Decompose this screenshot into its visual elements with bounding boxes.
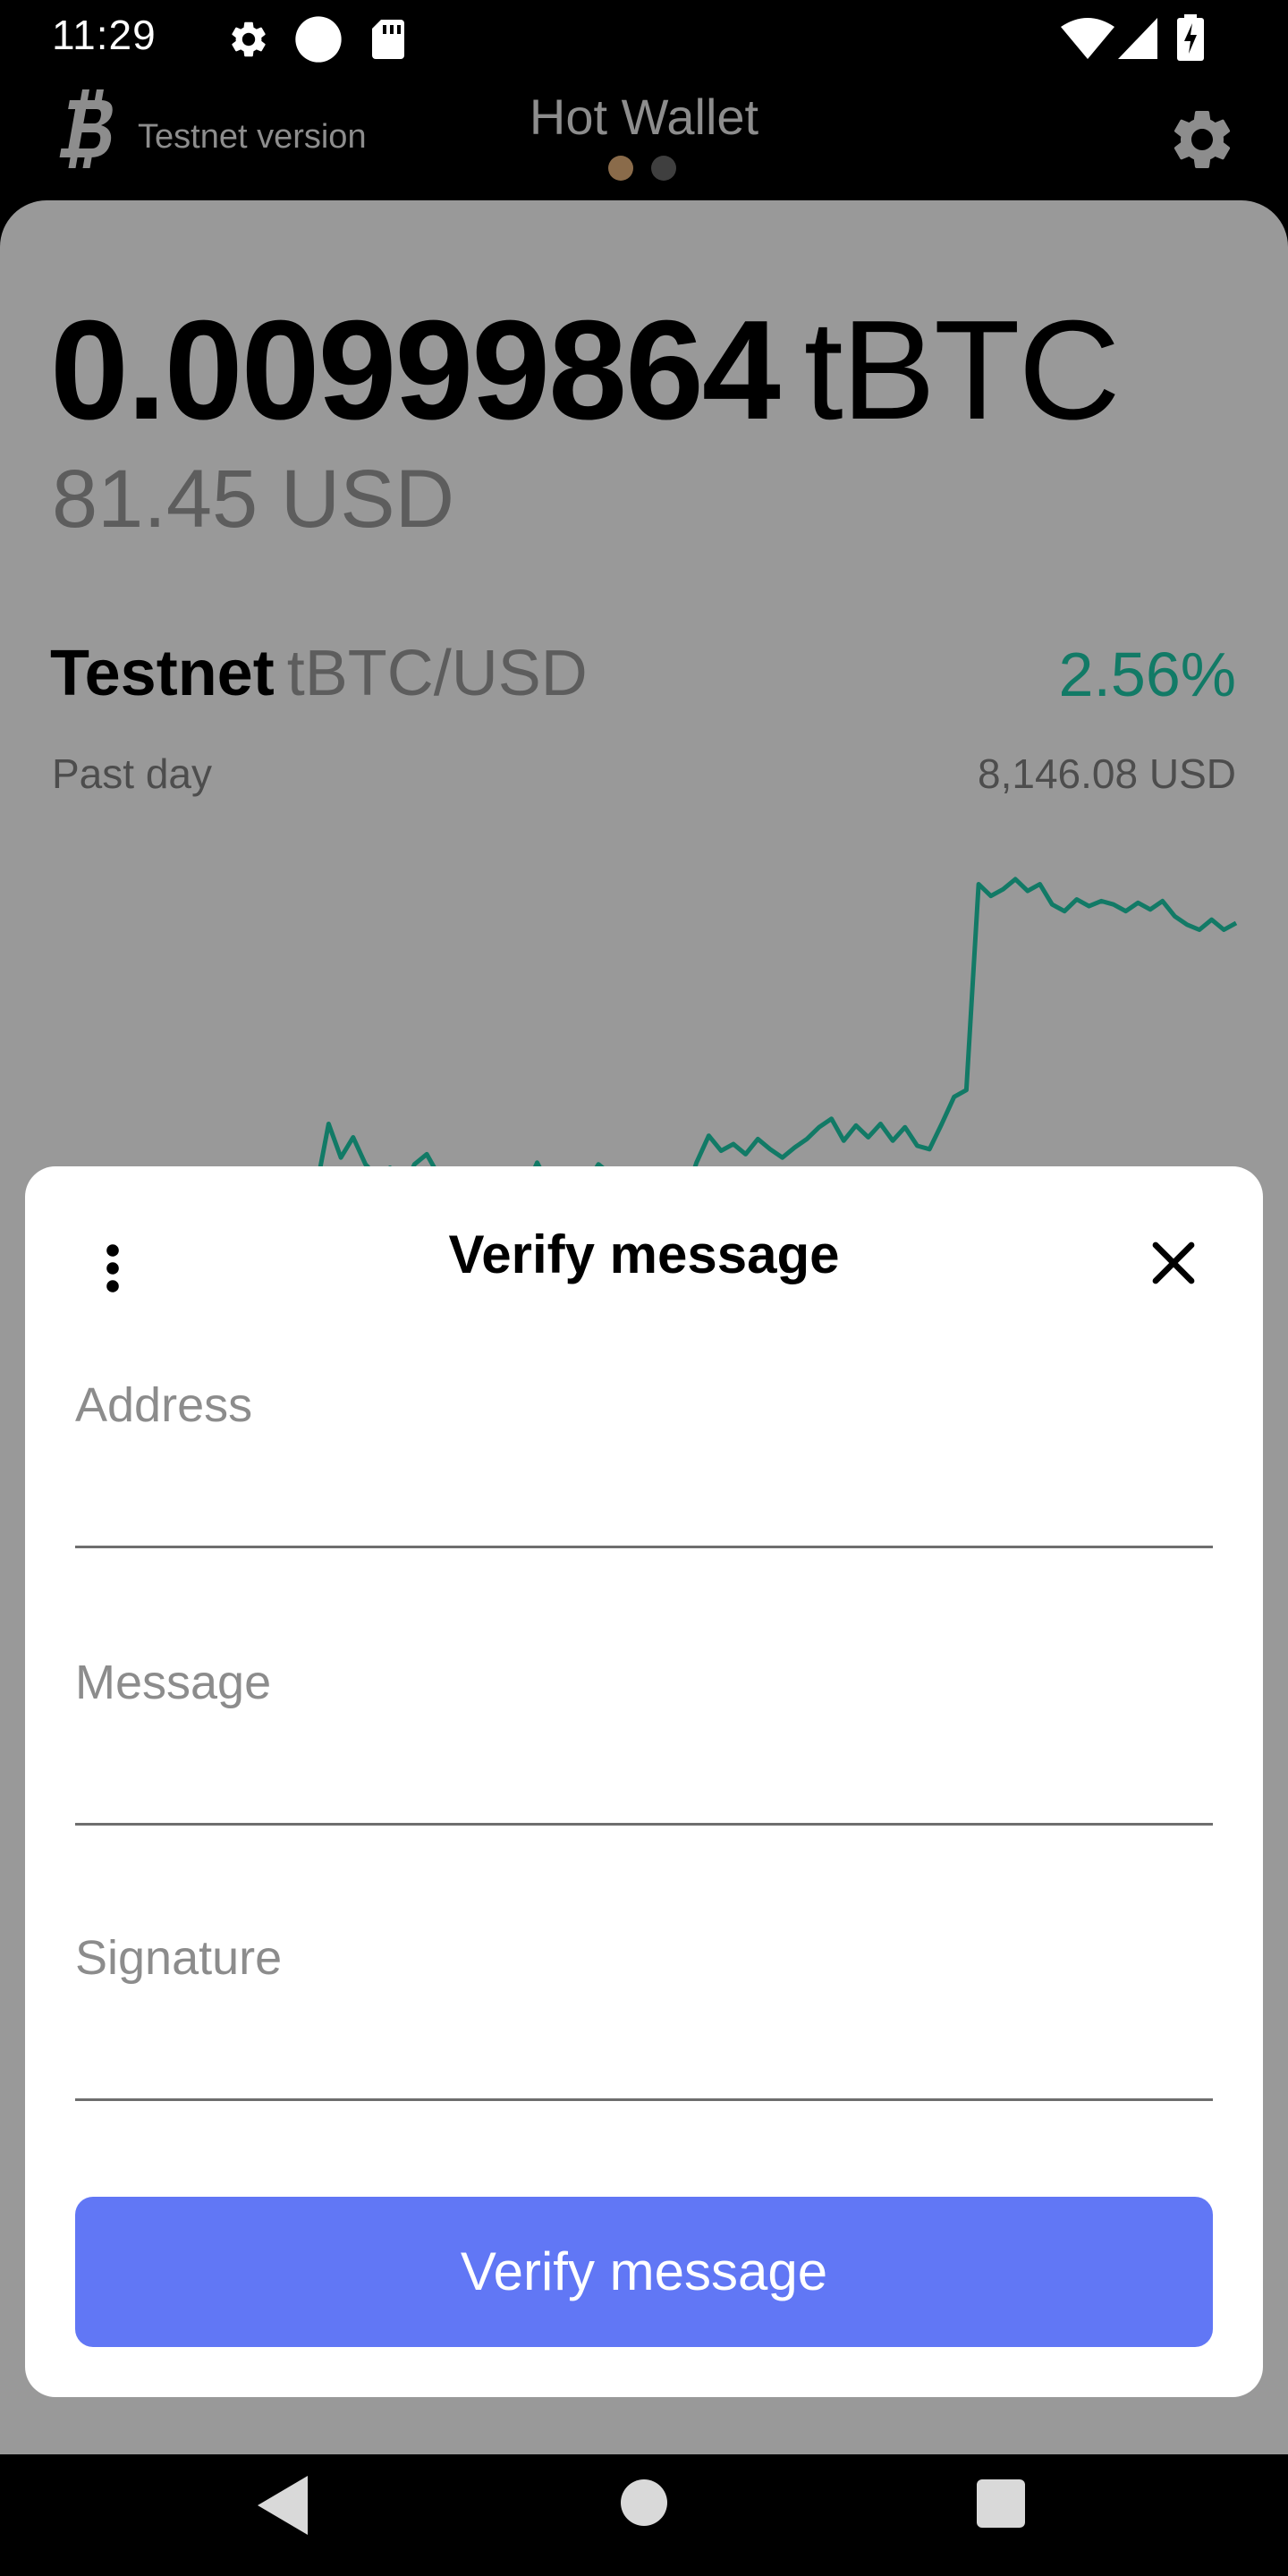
address-input[interactable]	[75, 1449, 1213, 1548]
dialog-title: Verify message	[448, 1224, 840, 1284]
screen: 11:29 Testnet version Hot Wallet 0.00999…	[0, 0, 1288, 2576]
home-icon[interactable]	[619, 2478, 669, 2528]
circle-icon	[295, 16, 342, 63]
verify-message-button[interactable]: Verify message	[75, 2197, 1213, 2347]
app-title: Hot Wallet	[529, 89, 759, 145]
signal-icon	[1118, 18, 1157, 59]
recents-icon[interactable]	[977, 2479, 1025, 2528]
sd-card-icon	[372, 20, 404, 59]
settings-icon	[232, 21, 266, 57]
address-field-group: Address	[75, 1377, 1213, 1548]
message-input[interactable]	[75, 1726, 1213, 1826]
close-icon[interactable]	[1148, 1238, 1199, 1288]
signature-label: Signature	[75, 1931, 283, 1985]
page-indicator[interactable]	[608, 156, 676, 181]
page-dot-inactive[interactable]	[651, 156, 676, 181]
signature-input[interactable]	[75, 2002, 1213, 2101]
address-label: Address	[75, 1378, 253, 1432]
message-label: Message	[75, 1656, 272, 1709]
gear-icon[interactable]	[1166, 104, 1238, 175]
wifi-icon	[1061, 18, 1114, 59]
message-field-group: Message	[75, 1655, 1213, 1826]
back-icon[interactable]	[258, 2476, 311, 2535]
app-header: Testnet version Hot Wallet	[0, 77, 1288, 202]
verify-message-dialog: Verify message Address Message Signature…	[25, 1166, 1263, 2397]
page-dot-active[interactable]	[608, 156, 633, 181]
status-bar: 11:29	[0, 0, 1288, 77]
nav-bar	[0, 2454, 1288, 2576]
signature-field-group: Signature	[75, 1930, 1213, 2101]
status-time: 11:29	[52, 12, 157, 58]
battery-charging-icon	[1177, 14, 1204, 61]
